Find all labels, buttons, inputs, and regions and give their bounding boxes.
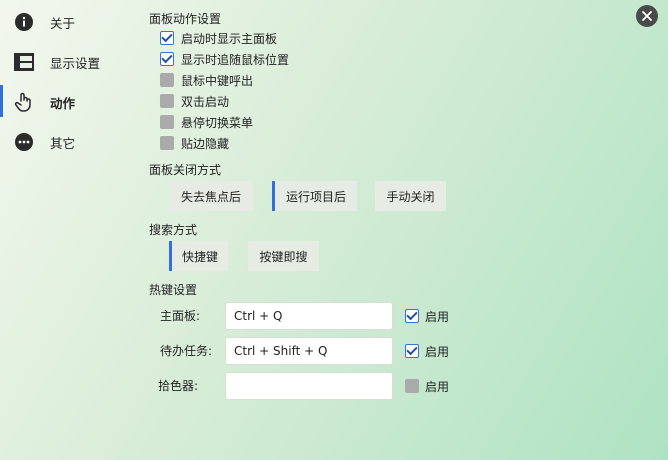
sidebar-item-other[interactable]: 其它 — [0, 121, 140, 161]
checkbox[interactable] — [160, 31, 174, 45]
checkbox[interactable] — [160, 73, 174, 87]
option-hover-switch-menu[interactable]: 悬停切换菜单 — [160, 114, 253, 130]
sidebar-item-label: 其它 — [50, 136, 76, 151]
sidebar-item-label: 动作 — [50, 96, 76, 111]
sidebar-item-display-settings[interactable]: 显示设置 — [0, 41, 140, 81]
option-label: 贴边隐藏 — [181, 136, 230, 151]
checkbox[interactable] — [160, 136, 174, 150]
info-icon — [14, 12, 34, 32]
close-mode-after-run-button[interactable]: 运行项目后 — [272, 181, 357, 211]
hotkey-color-picker-input[interactable] — [225, 372, 393, 400]
checkbox[interactable] — [160, 115, 174, 129]
option-middle-click[interactable]: 鼠标中键呼出 — [160, 72, 253, 88]
close-mode-manual-button[interactable]: 手动关闭 — [375, 181, 446, 211]
option-double-click-launch[interactable]: 双击启动 — [160, 93, 229, 109]
hotkey-todo-enable[interactable]: 启用 — [405, 343, 449, 359]
hotkey-color-picker-label: 拾色器: — [158, 379, 199, 393]
option-label: 双击启动 — [181, 94, 230, 109]
pointer-hand-icon — [14, 92, 34, 112]
hotkey-todo-label: 待办任务: — [160, 344, 213, 358]
hotkey-main-panel-enable[interactable]: 启用 — [405, 308, 449, 324]
sidebar-item-about[interactable]: 关于 — [0, 1, 140, 41]
search-mode-hotkey-button[interactable]: 快捷键 — [169, 241, 228, 271]
hotkeys-title: 热键设置 — [149, 283, 198, 297]
checkbox[interactable] — [160, 94, 174, 108]
option-label: 显示时追随鼠标位置 — [181, 52, 290, 67]
enable-label: 启用 — [425, 309, 450, 324]
search-mode-title: 搜索方式 — [149, 223, 198, 237]
enable-label: 启用 — [425, 344, 450, 359]
close-mode-title: 面板关闭方式 — [149, 163, 222, 177]
close-icon — [642, 11, 652, 21]
option-follow-mouse[interactable]: 显示时追随鼠标位置 — [160, 51, 289, 67]
more-icon — [14, 132, 34, 152]
layout-icon — [14, 52, 34, 72]
panel-actions-title: 面板动作设置 — [149, 12, 222, 26]
option-label: 悬停切换菜单 — [181, 115, 254, 130]
search-mode-type-to-search-button[interactable]: 按键即搜 — [248, 241, 319, 271]
close-mode-lose-focus-button[interactable]: 失去焦点后 — [169, 181, 253, 211]
checkbox[interactable] — [160, 52, 174, 66]
sidebar-item-actions[interactable]: 动作 — [0, 81, 140, 121]
sidebar-item-label: 显示设置 — [50, 56, 101, 71]
hotkey-color-picker-enable[interactable]: 启用 — [405, 378, 449, 394]
option-show-main-on-start[interactable]: 启动时显示主面板 — [160, 30, 277, 46]
close-button[interactable] — [636, 5, 658, 27]
hotkey-main-panel-label: 主面板: — [160, 309, 201, 323]
sidebar-item-label: 关于 — [50, 16, 76, 31]
hotkey-main-panel-input[interactable] — [225, 302, 393, 330]
enable-label: 启用 — [425, 379, 450, 394]
checkbox[interactable] — [405, 379, 419, 393]
option-label: 启动时显示主面板 — [181, 31, 278, 46]
sidebar: 关于 显示设置 动作 其它 — [0, 0, 140, 460]
hotkey-todo-input[interactable] — [225, 337, 393, 365]
checkbox[interactable] — [405, 344, 419, 358]
checkbox[interactable] — [405, 309, 419, 323]
option-label: 鼠标中键呼出 — [181, 73, 254, 88]
option-edge-hide[interactable]: 贴边隐藏 — [160, 135, 229, 151]
